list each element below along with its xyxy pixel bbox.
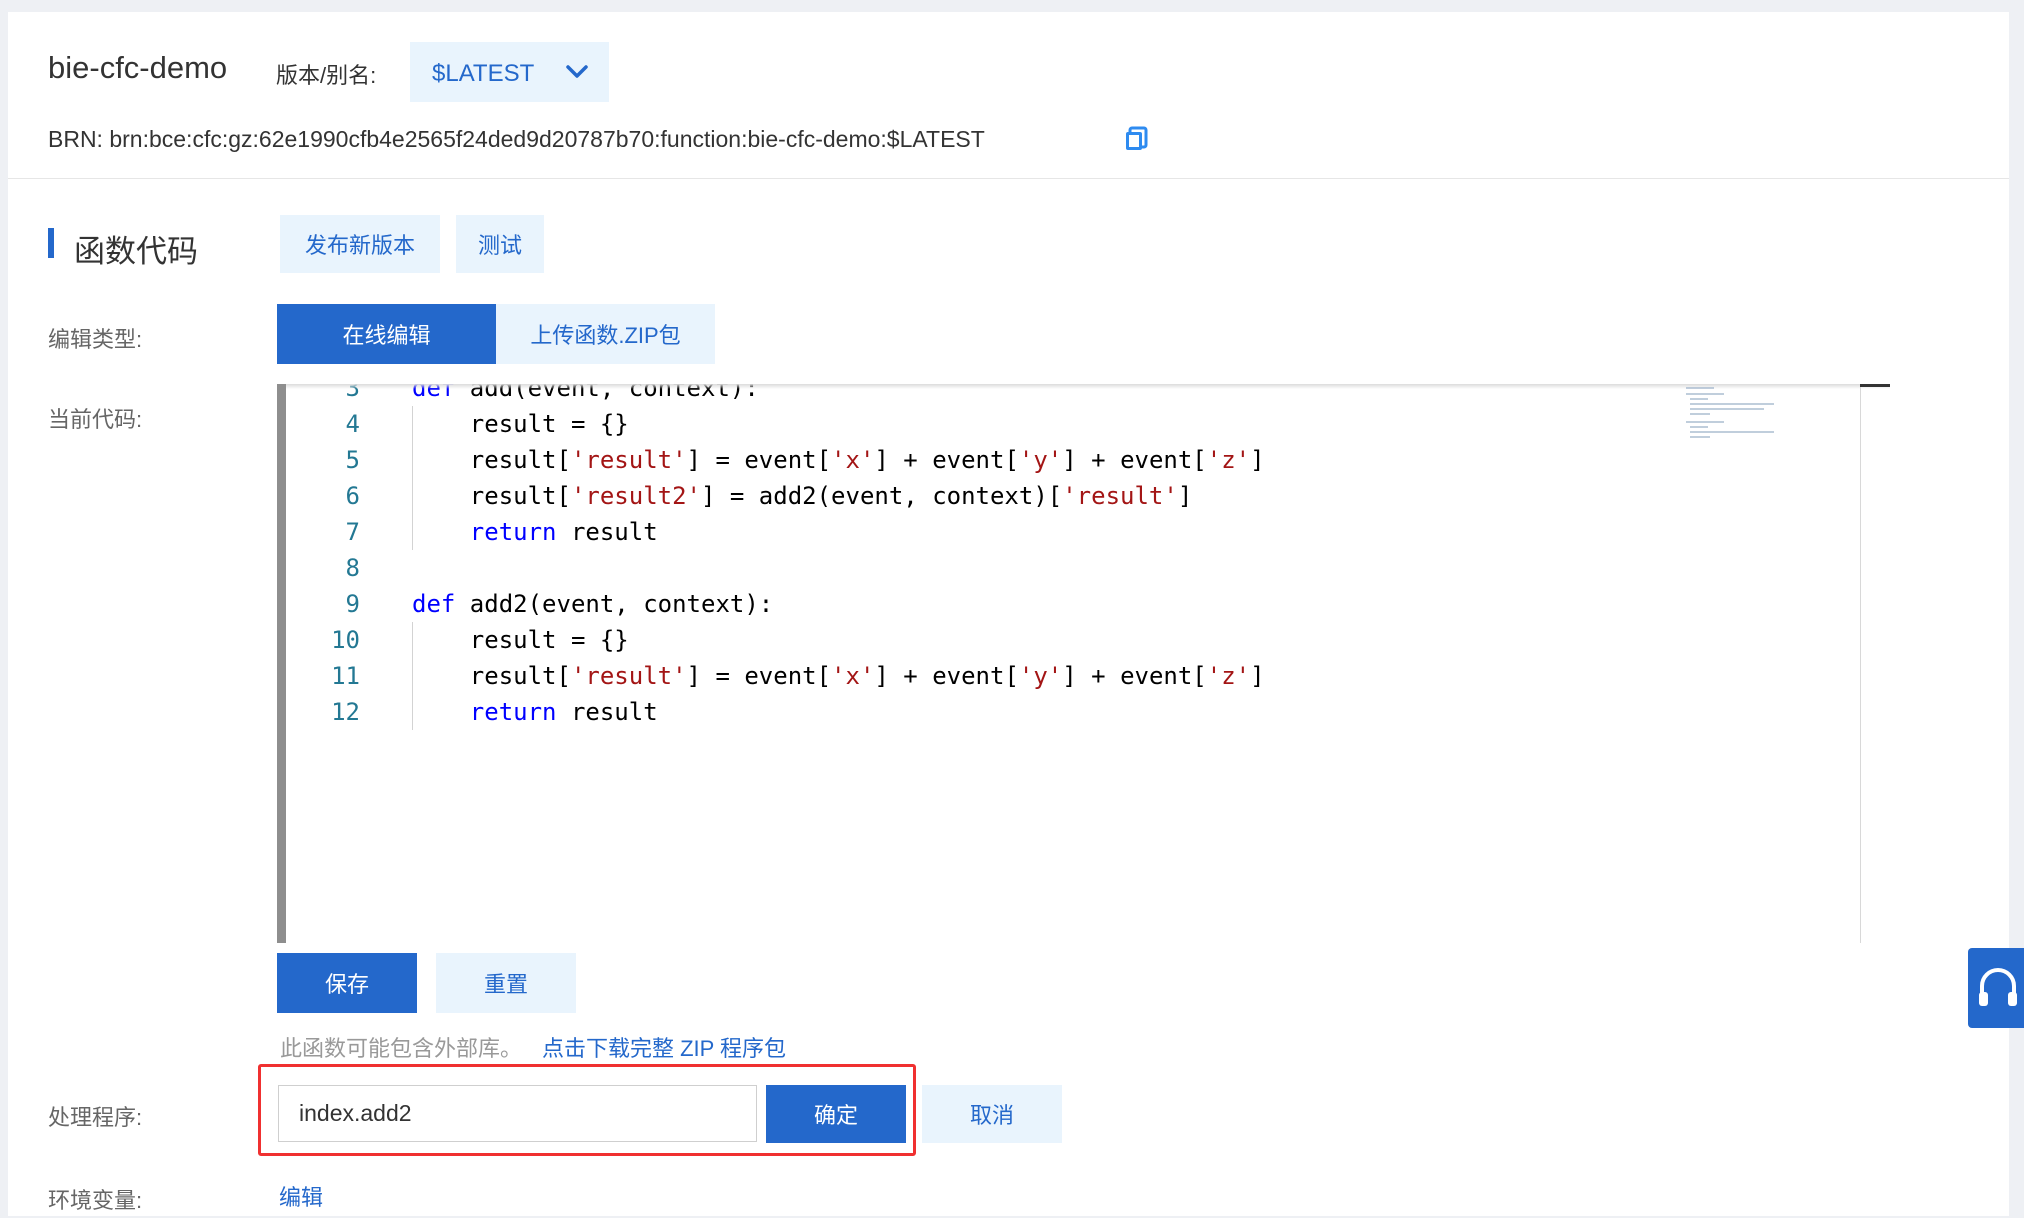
indent-guide bbox=[412, 622, 413, 730]
env-edit-link[interactable]: 编辑 bbox=[279, 1180, 323, 1212]
code-text: return result bbox=[469, 698, 658, 726]
line-number: 6 bbox=[345, 482, 360, 510]
code-text: def add2(event, context): bbox=[412, 590, 774, 618]
publish-version-button[interactable]: 发布新版本 bbox=[280, 215, 440, 273]
code-text: result['result'] = event['x'] + event['y… bbox=[412, 662, 1265, 690]
code-editor[interactable]: 3 def add(event, context): 4 result = {} 5 … bbox=[277, 384, 1890, 943]
code-text: result = {} bbox=[412, 410, 629, 438]
line-number: 11 bbox=[331, 662, 360, 690]
indent-guide bbox=[412, 406, 413, 550]
current-code-label: 当前代码: bbox=[48, 407, 143, 432]
external-lib-hint: 此函数可能包含外部库。 bbox=[280, 1036, 523, 1061]
code-text: return result bbox=[469, 518, 658, 546]
edit-type-label: 编辑类型: bbox=[48, 327, 143, 352]
highlight-box bbox=[258, 1064, 916, 1156]
version-alias-select[interactable]: $LATEST bbox=[410, 42, 609, 102]
tab-online-edit[interactable]: 在线编辑 bbox=[277, 304, 496, 364]
line-number: 9 bbox=[345, 590, 360, 618]
code-text: result = {} bbox=[412, 626, 629, 654]
test-button[interactable]: 测试 bbox=[456, 215, 544, 273]
code-text: result['result'] = event['x'] + event['y… bbox=[412, 446, 1265, 474]
tab-upload-zip[interactable]: 上传函数.ZIP包 bbox=[496, 304, 715, 364]
handler-label: 处理程序: bbox=[48, 1105, 143, 1130]
line-number: 8 bbox=[345, 554, 360, 582]
env-vars-label: 环境变量: bbox=[48, 1188, 143, 1213]
download-zip-link[interactable]: 点击下载完整 ZIP 程序包 bbox=[542, 1031, 786, 1063]
chevron-down-icon bbox=[566, 65, 588, 78]
function-name: bie-cfc-demo bbox=[48, 50, 228, 85]
brn-text: BRN: brn:bce:cfc:gz:62e1990cfb4e2565f24d… bbox=[48, 126, 985, 152]
editor-scrollbar[interactable] bbox=[1860, 384, 1861, 943]
line-number: 4 bbox=[345, 410, 360, 438]
line-number: 10 bbox=[331, 626, 360, 654]
code-text: result['result2'] = add2(event, context)… bbox=[412, 482, 1193, 510]
support-button[interactable] bbox=[1968, 948, 2024, 1028]
version-value: $LATEST bbox=[432, 60, 535, 87]
editor-scrollbar-thumb[interactable] bbox=[1860, 384, 1890, 387]
cancel-button[interactable]: 取消 bbox=[922, 1085, 1062, 1143]
header-divider bbox=[8, 178, 2009, 179]
section-accent-bar bbox=[48, 228, 54, 258]
save-button[interactable]: 保存 bbox=[277, 953, 417, 1013]
editor-minimap[interactable] bbox=[1684, 386, 1784, 438]
line-number: 12 bbox=[331, 698, 360, 726]
version-alias-label: 版本/别名: bbox=[276, 63, 377, 88]
editor-top-shadow bbox=[286, 384, 1890, 389]
reset-button[interactable]: 重置 bbox=[436, 953, 576, 1013]
section-title: 函数代码 bbox=[74, 234, 198, 269]
line-number: 7 bbox=[345, 518, 360, 546]
line-number: 5 bbox=[345, 446, 360, 474]
headset-icon bbox=[1979, 968, 2017, 1006]
copy-icon[interactable] bbox=[1124, 126, 1148, 152]
